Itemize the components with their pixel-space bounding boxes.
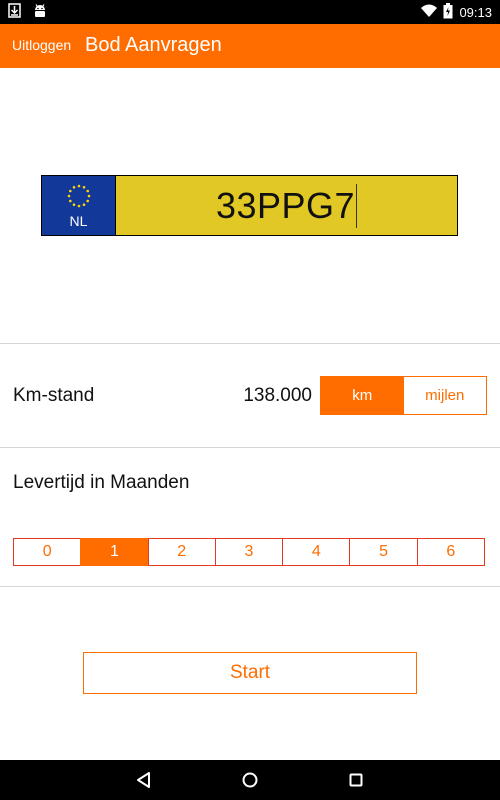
back-icon[interactable] xyxy=(134,770,154,790)
text-caret xyxy=(356,183,358,228)
plate-country-code: NL xyxy=(69,213,88,229)
page-title: Bod Aanvragen xyxy=(85,34,222,56)
download-icon xyxy=(8,3,22,24)
unit-toggle: km mijlen xyxy=(320,376,487,415)
month-option-3[interactable]: 3 xyxy=(214,538,284,566)
plate-number-field[interactable]: 33PPG7 xyxy=(116,176,457,235)
plate-number-text: 33PPG7 xyxy=(215,184,356,226)
app-bar: Uitloggen Bod Aanvragen xyxy=(0,24,500,68)
recents-icon[interactable] xyxy=(346,770,366,790)
unit-miles-button[interactable]: mijlen xyxy=(404,377,487,414)
delivery-months-selector: 0 1 2 3 4 5 6 xyxy=(13,538,485,566)
start-button[interactable]: Start xyxy=(83,652,417,694)
unit-km-button[interactable]: km xyxy=(321,377,404,414)
status-right: 09:13 xyxy=(421,3,492,22)
wifi-icon xyxy=(421,4,438,21)
battery-icon xyxy=(443,3,453,22)
divider xyxy=(0,586,500,587)
status-time: 09:13 xyxy=(459,5,492,20)
nav-bar xyxy=(0,760,500,800)
divider xyxy=(0,447,500,448)
status-bar: 09:13 xyxy=(0,0,500,24)
eu-stars-icon xyxy=(66,183,92,214)
logout-button[interactable]: Uitloggen xyxy=(12,37,71,53)
month-option-5[interactable]: 5 xyxy=(349,538,418,566)
divider xyxy=(0,343,500,344)
month-option-2[interactable]: 2 xyxy=(147,538,216,566)
android-icon xyxy=(32,3,48,24)
month-option-0[interactable]: 0 xyxy=(13,538,82,566)
month-option-4[interactable]: 4 xyxy=(282,538,351,566)
delivery-label: Levertijd in Maanden xyxy=(13,472,190,493)
month-option-6[interactable]: 6 xyxy=(416,538,485,566)
month-option-1[interactable]: 1 xyxy=(80,538,149,566)
mileage-value[interactable]: 138.000 xyxy=(210,385,312,407)
plate-eu-band: NL xyxy=(42,176,116,235)
mileage-label: Km-stand xyxy=(13,385,95,406)
home-icon[interactable] xyxy=(240,770,260,790)
status-left xyxy=(8,3,48,24)
license-plate: NL 33PPG7 xyxy=(41,175,458,236)
